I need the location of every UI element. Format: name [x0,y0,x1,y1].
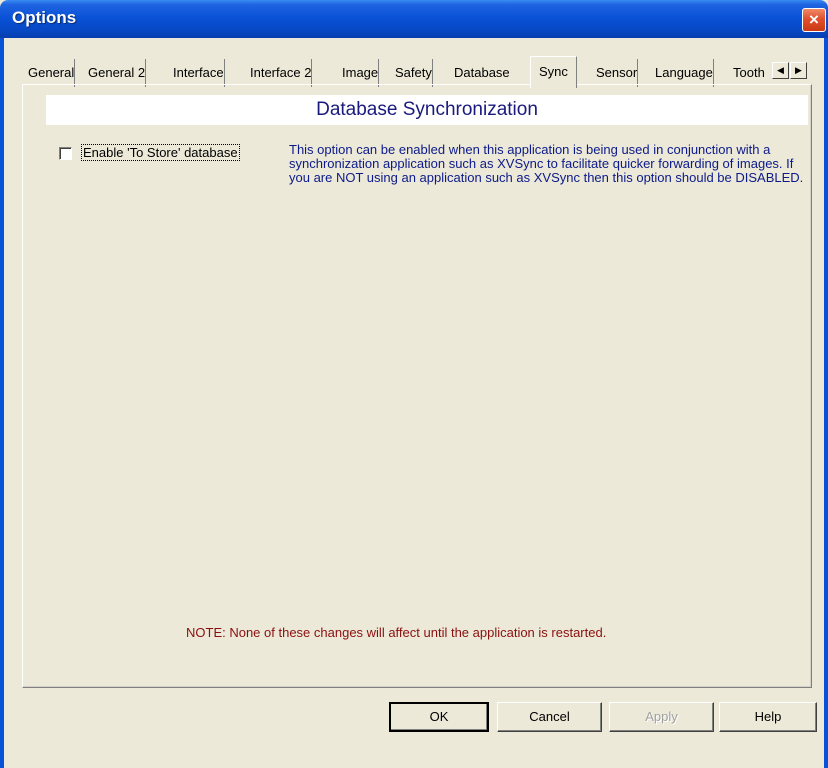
enable-to-store-label[interactable]: Enable 'To Store' database [81,144,240,161]
tab-general[interactable]: General [22,59,76,87]
cancel-button[interactable]: Cancel [497,702,602,732]
enable-to-store-checkbox[interactable] [59,147,72,160]
tab-safety[interactable]: Safety [389,59,433,87]
sync-tab-page: Database Synchronization Enable 'To Stor… [22,84,812,688]
tab-interface[interactable]: Interface [167,59,225,87]
tab-language[interactable]: Language [649,59,714,87]
tab-sync[interactable]: Sync [530,56,577,88]
tab-scroll-left-icon[interactable]: ◀ [772,62,789,79]
heading-band: Database Synchronization [46,95,808,125]
tab-tooth[interactable]: Tooth [727,59,775,87]
tab-image[interactable]: Image [336,59,380,87]
tab-scroll-right-icon[interactable]: ▶ [790,62,807,79]
tab-strip: General General 2 Interface Interface 2 … [22,56,812,88]
tab-interface-2[interactable]: Interface 2 [244,59,313,87]
tab-database[interactable]: Database [448,59,510,87]
page-title: Database Synchronization [316,99,538,120]
window-title: Options [12,8,77,27]
help-button[interactable]: Help [719,702,817,732]
ok-button[interactable]: OK [389,702,489,732]
tab-general-2[interactable]: General 2 [82,59,147,87]
title-bar[interactable]: Options × [0,0,828,38]
close-icon[interactable]: × [802,8,826,32]
tab-sensor[interactable]: Sensor [590,59,639,87]
apply-button[interactable]: Apply [609,702,714,732]
option-description: This option can be enabled when this app… [289,142,804,185]
restart-note: NOTE: None of these changes will affect … [186,625,607,640]
